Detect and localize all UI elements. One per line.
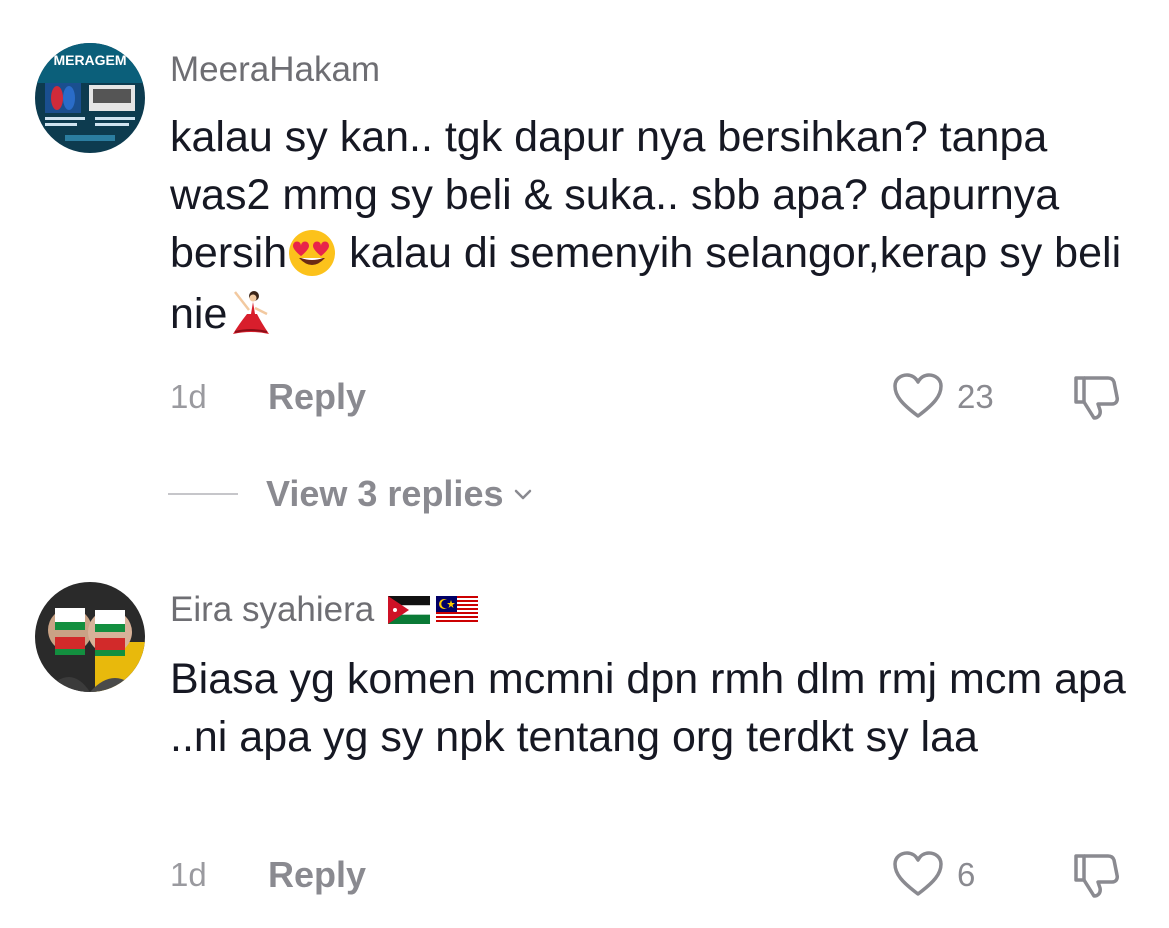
dislike-icon[interactable] xyxy=(1070,850,1122,900)
comment-actions: 1d Reply 6 xyxy=(170,850,1130,900)
username-text[interactable]: Eira syahiera xyxy=(170,590,374,630)
username[interactable]: Eira syahiera xyxy=(170,590,479,630)
divider xyxy=(168,493,238,495)
reply-button[interactable]: Reply xyxy=(268,854,366,896)
avatar[interactable] xyxy=(35,582,145,692)
timestamp: 1d xyxy=(170,856,207,893)
heart-eyes-emoji-icon xyxy=(287,227,337,285)
reply-button[interactable]: Reply xyxy=(268,376,366,418)
jordan-flag-icon xyxy=(388,596,431,624)
avatar-logo-text: MERAGEM xyxy=(53,52,126,68)
comment-text-body: Biasa yg komen mcmni dpn rmh dlm rmj mcm… xyxy=(170,655,1126,761)
malaysia-flag-icon xyxy=(436,596,479,624)
comments-page: MERAGEM MeeraHakam kalau sy kan.. tgk da… xyxy=(0,0,1169,928)
like-count: 23 xyxy=(957,378,994,415)
chevron-down-icon xyxy=(515,489,532,500)
comment-text: Biasa yg komen mcmni dpn rmh dlm rmj mcm… xyxy=(170,650,1145,766)
comment-text: kalau sy kan.. tgk dapur nya bersihkan? … xyxy=(170,108,1145,345)
username[interactable]: MeeraHakam xyxy=(170,50,380,90)
heart-icon[interactable] xyxy=(892,372,944,420)
view-replies-button[interactable]: View 3 replies xyxy=(168,472,535,516)
view-replies-label[interactable]: View 3 replies xyxy=(266,473,503,515)
dancer-emoji-icon xyxy=(227,287,277,345)
avatar[interactable]: MERAGEM xyxy=(35,43,145,153)
dislike-icon[interactable] xyxy=(1070,372,1122,422)
like-count: 6 xyxy=(957,856,976,893)
timestamp: 1d xyxy=(170,378,207,415)
heart-icon[interactable] xyxy=(892,850,944,898)
comment-actions: 1d Reply 23 xyxy=(170,372,1130,422)
username-text[interactable]: MeeraHakam xyxy=(170,50,380,90)
